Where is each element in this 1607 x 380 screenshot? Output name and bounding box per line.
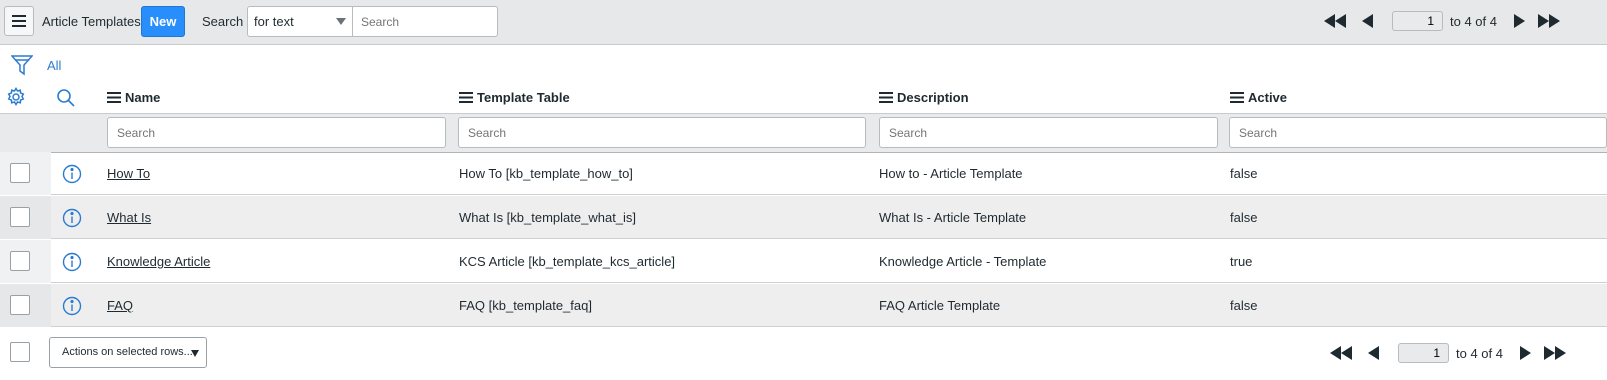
description-search-input[interactable]: [879, 117, 1218, 148]
new-button[interactable]: New: [141, 6, 185, 37]
info-icon: [62, 252, 82, 272]
hamburger-menu-button[interactable]: [4, 6, 34, 36]
row-template-table: KCS Article [kb_template_kcs_article]: [459, 254, 676, 269]
info-icon: [62, 296, 82, 316]
first-page-button-bottom[interactable]: [1330, 346, 1354, 360]
name-search-input[interactable]: [107, 117, 446, 148]
search-icon: [57, 89, 75, 107]
row-template-table: What Is [kb_template_what_is]: [459, 210, 637, 225]
row-active: false: [1230, 210, 1258, 225]
first-page-icon: [1330, 346, 1352, 360]
column-label: Active: [1248, 90, 1288, 105]
column-header-description[interactable]: Description: [879, 90, 969, 105]
search-input[interactable]: [352, 6, 498, 37]
column-menu-icon: [107, 92, 121, 103]
row-info-button[interactable]: [62, 296, 82, 319]
row-name-link[interactable]: FAQ: [107, 298, 133, 313]
filter-all-breadcrumb[interactable]: All: [47, 58, 61, 73]
template-table-search-input[interactable]: [458, 117, 866, 148]
next-page-icon: [1520, 346, 1531, 360]
info-icon: [62, 208, 82, 228]
chevron-down-icon: [191, 350, 199, 357]
row-checkbox[interactable]: [10, 163, 30, 183]
last-page-icon: [1544, 346, 1566, 360]
row-checkbox[interactable]: [10, 295, 30, 315]
select-all-checkbox[interactable]: [10, 342, 30, 362]
search-label: Search: [202, 14, 244, 29]
gear-icon: [7, 87, 25, 106]
row-description: FAQ Article Template: [879, 298, 1001, 313]
actions-label: Actions on selected rows...: [62, 346, 193, 358]
row-active: true: [1230, 254, 1253, 269]
column-label: Description: [897, 90, 969, 105]
previous-page-button[interactable]: [1362, 14, 1373, 28]
previous-page-button-bottom[interactable]: [1368, 346, 1379, 360]
list-title: Article Templates: [42, 14, 141, 29]
row-template-table: FAQ [kb_template_faq]: [459, 298, 592, 313]
toggle-search-button[interactable]: [56, 88, 76, 111]
column-header-active[interactable]: Active: [1230, 90, 1287, 105]
info-icon: [62, 164, 82, 184]
first-page-button[interactable]: [1324, 14, 1348, 28]
personalize-list-button[interactable]: [6, 87, 26, 110]
previous-page-icon: [1362, 14, 1373, 28]
row-info-button[interactable]: [62, 208, 82, 231]
search-field-selected: for text: [254, 14, 294, 29]
column-header-name[interactable]: Name: [107, 90, 160, 105]
table-row: How To How To [kb_template_how_to] How t…: [0, 152, 1607, 195]
hamburger-icon: [12, 15, 26, 27]
pagination-range: to 4 of 4: [1450, 14, 1497, 29]
table-row: Knowledge Article KCS Article [kb_templa…: [0, 240, 1607, 283]
column-label: Name: [125, 90, 161, 105]
row-checkbox[interactable]: [10, 251, 30, 271]
page-number-input[interactable]: [1392, 11, 1443, 31]
row-active: false: [1230, 298, 1258, 313]
column-header-template-table[interactable]: Template Table: [459, 90, 570, 105]
next-page-button[interactable]: [1514, 14, 1525, 28]
next-page-button-bottom[interactable]: [1520, 346, 1531, 360]
column-menu-icon: [879, 92, 893, 103]
row-description: How to - Article Template: [879, 166, 1023, 181]
filter-icon: [10, 55, 34, 76]
page-number-input-bottom[interactable]: [1398, 343, 1449, 363]
pagination-range-bottom: to 4 of 4: [1456, 346, 1503, 361]
last-page-button-bottom[interactable]: [1544, 346, 1568, 360]
row-name-link[interactable]: Knowledge Article: [107, 254, 210, 269]
next-page-icon: [1514, 14, 1525, 28]
row-name-link[interactable]: What Is: [107, 210, 151, 225]
row-template-table: How To [kb_template_how_to]: [459, 166, 633, 181]
row-checkbox[interactable]: [10, 207, 30, 227]
filter-button[interactable]: [10, 54, 34, 79]
actions-on-selected-rows-select[interactable]: Actions on selected rows...: [49, 337, 207, 368]
row-info-button[interactable]: [62, 164, 82, 187]
last-page-icon: [1538, 14, 1560, 28]
table-row: FAQ FAQ [kb_template_faq] FAQ Article Te…: [0, 284, 1607, 327]
row-name-link[interactable]: How To: [107, 166, 150, 181]
first-page-icon: [1324, 14, 1346, 28]
row-description: Knowledge Article - Template: [879, 254, 1047, 269]
column-menu-icon: [459, 92, 473, 103]
row-info-button[interactable]: [62, 252, 82, 275]
search-field-select[interactable]: for text: [247, 6, 353, 37]
row-active: false: [1230, 166, 1258, 181]
active-search-input[interactable]: [1229, 117, 1607, 148]
table-row: What Is What Is [kb_template_what_is] Wh…: [0, 196, 1607, 239]
previous-page-icon: [1368, 346, 1379, 360]
last-page-button[interactable]: [1538, 14, 1562, 28]
column-label: Template Table: [477, 90, 570, 105]
row-description: What Is - Article Template: [879, 210, 1027, 225]
chevron-down-icon: [336, 18, 346, 25]
column-menu-icon: [1230, 92, 1244, 103]
